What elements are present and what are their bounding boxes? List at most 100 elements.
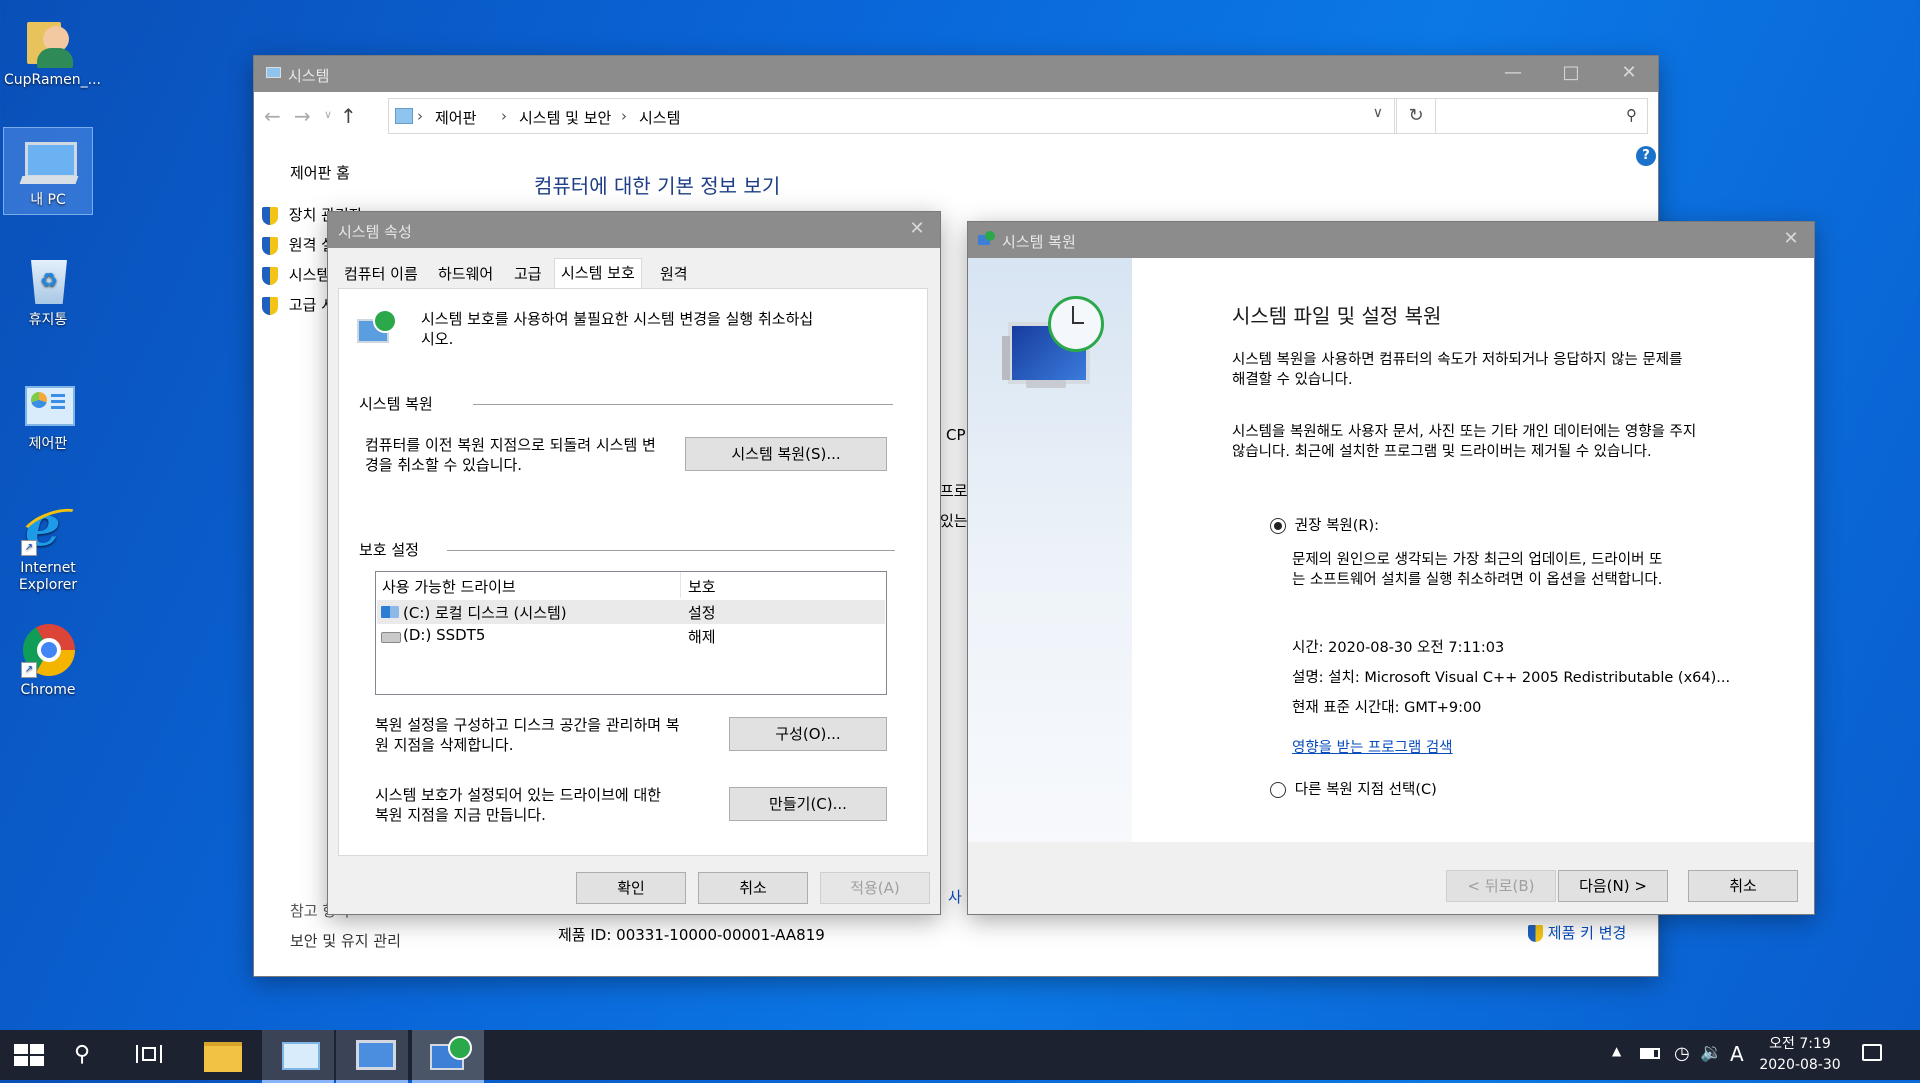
cancel-button[interactable]: 취소 [1688,870,1798,902]
drive-icon [381,632,401,643]
chevron-right-icon: › [417,107,423,125]
drives-list[interactable]: 사용 가능한 드라이브 보호 (C:) 로컬 디스크 (시스템) 설정 (D:)… [375,571,887,695]
desktop-icon-internet-explorer[interactable]: e ↗ Internet Explorer [4,496,92,606]
chevron-down-icon[interactable]: ∨ [1373,105,1383,121]
intro-text: 시스템 보호를 사용하여 불필요한 시스템 변경을 실행 취소하십 시오. [421,309,813,349]
wizard-heading: 시스템 파일 및 설정 복원 [1232,304,1442,328]
recommended-description: 문제의 원인으로 생각되는 가장 최근의 업데이트, 드라이버 또 는 소프트웨… [1292,550,1662,590]
title-bar[interactable]: 시스템 복원 ✕ [968,222,1814,258]
column-header-drive[interactable]: 사용 가능한 드라이브 [382,576,516,597]
apply-button: 적용(A) [820,872,930,904]
desktop-icon-recycle-bin[interactable]: ♻ 휴지통 [4,248,92,334]
search-input[interactable]: ⚲ [1394,98,1648,134]
breadcrumb-control-panel[interactable]: 제어판 [435,107,476,128]
up-button[interactable]: ↑ [340,104,357,128]
security-maintenance-link[interactable]: 보안 및 유지 관리 [290,930,401,951]
desktop-icon-label: 휴지통 [28,312,68,328]
internet-explorer-icon: e ↗ [18,498,86,556]
paragraph-2: 시스템을 복원해도 사용자 문서, 사진 또는 기타 개인 데이터에는 영향을 … [1232,422,1696,462]
sidebar-home-link[interactable]: 제어판 홈 [290,162,350,183]
back-button[interactable]: ← [264,104,288,128]
radio-label: 권장 복원(R): [1294,518,1380,534]
battery-icon[interactable] [1640,1048,1660,1059]
taskbar-system-properties[interactable] [336,1030,408,1083]
desktop-icon-this-pc[interactable]: 내 PC [3,127,93,215]
wizard-side-panel [968,258,1133,842]
breadcrumb-system-security[interactable]: 시스템 및 보안 [519,107,611,128]
create-desc-line2: 복원 지점을 지금 만듭니다. [375,806,546,824]
column-header-protection[interactable]: 보호 [688,576,716,597]
notification-icon[interactable] [1862,1044,1882,1061]
chevron-right-icon: › [501,107,507,125]
show-hidden-icons[interactable]: ▲ [1612,1044,1621,1058]
shield-icon [262,206,278,225]
configure-desc-line2: 원 지점을 삭제합니다. [375,736,514,754]
partial-text-link: 사 [948,888,962,906]
scan-affected-programs-link[interactable]: 영향을 받는 프로그램 검색 [1292,736,1453,757]
start-button[interactable] [0,1030,58,1080]
time-zone: 현재 표준 시간대: GMT+9:00 [1292,700,1482,716]
drive-status: 설정 [688,604,716,622]
configure-button[interactable]: 구성(O)... [729,717,887,751]
column-divider [680,572,681,598]
search-icon: ⚲ [1626,106,1637,124]
input-method-indicator[interactable]: A [1730,1042,1744,1066]
taskbar-file-explorer[interactable] [186,1030,258,1080]
partial-text-have: 있는 [940,512,968,530]
taskbar-system-restore[interactable] [412,1030,484,1083]
title-bar[interactable]: 시스템 — □ ✕ [254,56,1658,92]
tab-hardware[interactable]: 하드웨어 [432,260,499,288]
tab-remote[interactable]: 원격 [654,260,694,288]
desktop-icon-label: Chrome [20,682,76,698]
choose-other-point-radio[interactable]: 다른 복원 지점 선택(C) [1270,778,1437,799]
clock[interactable]: 오전 7:19 2020-08-30 [1756,1034,1844,1076]
close-button[interactable]: ✕ [894,212,940,248]
shield-icon [262,296,278,315]
table-row[interactable]: (C:) 로컬 디스크 (시스템) 설정 [377,600,885,624]
recommended-restore-radio[interactable]: 권장 복원(R): [1270,514,1379,535]
taskbar-control-panel[interactable] [262,1030,334,1083]
system-restore-button[interactable]: 시스템 복원(S)... [685,437,887,471]
dialog-title: 시스템 속성 [338,223,412,241]
forward-button[interactable]: → [294,104,318,128]
task-view-icon[interactable] [136,1045,162,1063]
drive-status: 해제 [688,628,716,646]
search-icon[interactable]: ⚲ [74,1042,90,1067]
breadcrumb-system[interactable]: 시스템 [639,107,680,128]
paragraph-1-line2: 해결할 수 있습니다. [1232,372,1353,388]
protect-section-label: 보호 설정 [359,541,419,559]
close-button[interactable]: ✕ [1600,56,1658,92]
system-restore-wizard: 시스템 복원 ✕ 시스템 파일 및 설정 복원 시스템 복원을 사용하면 컴퓨터… [968,222,1814,914]
next-button[interactable]: 다음(N) > [1558,870,1668,902]
minimize-button[interactable]: — [1484,56,1542,92]
help-icon[interactable]: ? [1636,146,1656,166]
change-product-key-link[interactable]: 제품 키 변경 [1528,922,1626,943]
network-icon[interactable]: ◷ [1674,1043,1690,1064]
recent-dropdown-icon[interactable]: ∨ [324,108,332,121]
volume-icon[interactable]: 🔉 [1700,1042,1722,1063]
intro-line2: 시오. [421,330,454,348]
tab-system-protection[interactable]: 시스템 보호 [554,258,642,290]
desktop-icon-chrome[interactable]: ↗ Chrome [4,618,92,704]
cancel-button[interactable]: 취소 [698,872,808,904]
restore-monitor-clock-icon [1002,296,1104,396]
ok-button[interactable]: 확인 [576,872,686,904]
address-bar[interactable]: › 제어판 › 시스템 및 보안 › 시스템 ∨ ↻ [388,98,1436,134]
system-properties-dialog: 시스템 속성 ✕ 컴퓨터 이름 하드웨어 고급 시스템 보호 원격 시스템 보호… [328,212,940,914]
restore-desc-line1: 컴퓨터를 이전 복원 지점으로 되돌려 시스템 변 [365,436,656,454]
title-bar[interactable]: 시스템 속성 ✕ [328,212,940,248]
table-row[interactable]: (D:) SSDT5 해제 [377,624,885,648]
shield-icon [1528,925,1543,942]
tab-panel: 시스템 보호를 사용하여 불필요한 시스템 변경을 실행 취소하십 시오. 시스… [338,288,928,856]
drive-name: (C:) 로컬 디스크 (시스템) [403,604,567,622]
close-button[interactable]: ✕ [1768,222,1814,258]
computer-icon [356,1040,396,1070]
create-button[interactable]: 만들기(C)... [729,787,887,821]
desktop-icon-user-folder[interactable]: CupRamen_... [4,8,101,96]
maximize-button[interactable]: □ [1542,56,1600,92]
windows-drive-icon [381,606,399,618]
tab-advanced[interactable]: 고급 [508,260,548,288]
tab-computer-name[interactable]: 컴퓨터 이름 [338,260,424,288]
paragraph-2-line1: 시스템을 복원해도 사용자 문서, 사진 또는 기타 개인 데이터에는 영향을 … [1232,424,1697,440]
desktop-icon-control-panel[interactable]: 제어판 [4,372,92,458]
